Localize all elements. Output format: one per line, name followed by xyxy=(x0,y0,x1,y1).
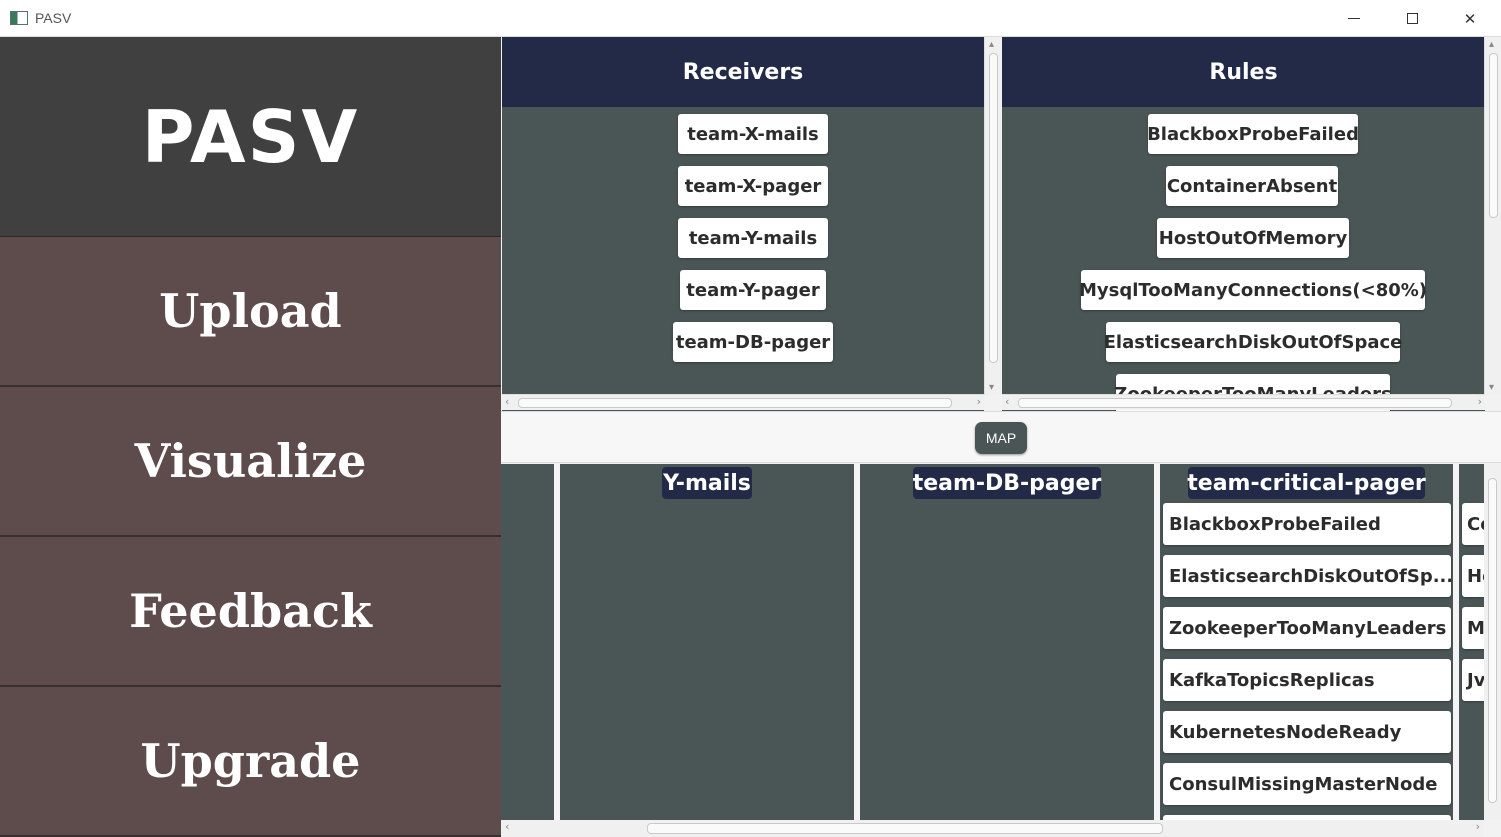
board-hscrollbar[interactable]: ‹ › xyxy=(501,820,1484,837)
rules-header: Rules xyxy=(1002,37,1485,107)
map-bar: MAP xyxy=(501,411,1501,463)
receiver-chip[interactable]: team-Y-mails xyxy=(678,218,828,258)
minimize-icon xyxy=(1348,18,1360,19)
map-button[interactable]: MAP xyxy=(975,422,1027,454)
scroll-right-icon[interactable]: › xyxy=(977,395,981,408)
receivers-panel: Receivers team-X-mails team-X-pager team… xyxy=(502,37,984,411)
board-column: Y-mails xyxy=(560,464,854,820)
receiver-chip[interactable]: team-DB-pager xyxy=(673,322,833,362)
board-vscrollbar[interactable] xyxy=(1484,464,1501,820)
minimize-button[interactable] xyxy=(1325,0,1383,37)
rule-chip[interactable]: MysqlTooManyConnections(<80%) xyxy=(1079,270,1427,310)
board-column-partial xyxy=(501,464,554,820)
receivers-vscrollbar[interactable]: ▴ ▾ xyxy=(984,37,1001,395)
app-logo: PASV xyxy=(141,94,360,179)
scroll-thumb[interactable] xyxy=(1488,478,1497,803)
column-title: Y-mails xyxy=(662,467,752,499)
receiver-chip[interactable]: team-Y-pager xyxy=(680,270,826,310)
board-column: team-critical-pager BlackboxProbeFailed … xyxy=(1160,464,1453,820)
window-titlebar: PASV ✕ xyxy=(0,0,1501,37)
scroll-thumb[interactable] xyxy=(518,398,952,408)
scroll-thumb[interactable] xyxy=(989,53,998,363)
receivers-header: Receivers xyxy=(502,37,984,107)
main-area: Receivers team-X-mails team-X-pager team… xyxy=(501,37,1501,837)
scroll-down-icon[interactable]: ▾ xyxy=(989,382,994,393)
scroll-left-icon[interactable]: ‹ xyxy=(505,395,509,408)
maximize-button[interactable] xyxy=(1383,0,1441,37)
window-title: PASV xyxy=(35,10,72,26)
column-title: team-critical-pager xyxy=(1187,467,1426,499)
rules-panel: Rules BlackboxProbeFailed ContainerAbsen… xyxy=(1002,37,1485,411)
rules-hscrollbar[interactable]: ‹ › xyxy=(1002,394,1485,410)
scroll-right-icon[interactable]: › xyxy=(1478,395,1482,408)
scroll-thumb[interactable] xyxy=(1018,398,1452,408)
mapping-board: Y-mails team-DB-pager team-critical-page… xyxy=(501,464,1501,820)
rule-chip[interactable]: HostOutOfMemory xyxy=(1157,218,1349,258)
mapped-rule-chip[interactable]: ElasticsearchDiskOutOfSp... xyxy=(1163,555,1451,597)
rules-vscrollbar[interactable]: ▴ ▾ xyxy=(1484,37,1501,395)
logo-area: PASV xyxy=(0,37,501,237)
sidebar: PASV Upload Visualize Feedback Upgrade xyxy=(0,37,501,837)
nav-visualize-button[interactable]: Visualize xyxy=(0,387,501,537)
rule-chip[interactable]: ContainerAbsent xyxy=(1166,166,1338,206)
nav-feedback-button[interactable]: Feedback xyxy=(0,537,501,687)
scroll-thumb[interactable] xyxy=(647,823,1163,834)
scroll-up-icon[interactable]: ▴ xyxy=(989,39,994,50)
column-title: team-DB-pager xyxy=(913,467,1101,499)
rule-chip[interactable]: ElasticsearchDiskOutOfSpace xyxy=(1104,322,1402,362)
scroll-left-icon[interactable]: ‹ xyxy=(1005,395,1009,408)
nav-upload-button[interactable]: Upload xyxy=(0,237,501,387)
scroll-thumb[interactable] xyxy=(1489,53,1498,218)
app-icon xyxy=(10,11,28,25)
rule-chip[interactable]: BlackboxProbeFailed xyxy=(1147,114,1359,154)
mapped-rule-chip[interactable]: BlackboxProbeFailed xyxy=(1163,503,1451,545)
close-button[interactable]: ✕ xyxy=(1441,0,1499,37)
receiver-chip[interactable]: team-X-pager xyxy=(678,166,828,206)
nav-upgrade-button[interactable]: Upgrade xyxy=(0,687,501,837)
scroll-up-icon[interactable]: ▴ xyxy=(1489,39,1494,50)
scroll-right-icon[interactable]: › xyxy=(1476,820,1480,833)
scroll-down-icon[interactable]: ▾ xyxy=(1489,382,1494,393)
mapped-rule-chip[interactable]: ZookeeperTooManyLeaders xyxy=(1163,607,1451,649)
mapped-rule-chip[interactable]: KubernetesNodeReady xyxy=(1163,711,1451,753)
mapped-rule-chip[interactable]: KafkaTopicsReplicas xyxy=(1163,659,1451,701)
close-icon: ✕ xyxy=(1463,9,1477,28)
maximize-icon xyxy=(1406,13,1418,24)
receivers-hscrollbar[interactable]: ‹ › xyxy=(502,394,984,410)
receiver-chip[interactable]: team-X-mails xyxy=(678,114,828,154)
scroll-left-icon[interactable]: ‹ xyxy=(505,820,509,833)
board-column: team-DB-pager xyxy=(860,464,1154,820)
mapped-rule-chip[interactable]: ConsulMissingMasterNode xyxy=(1163,763,1451,805)
